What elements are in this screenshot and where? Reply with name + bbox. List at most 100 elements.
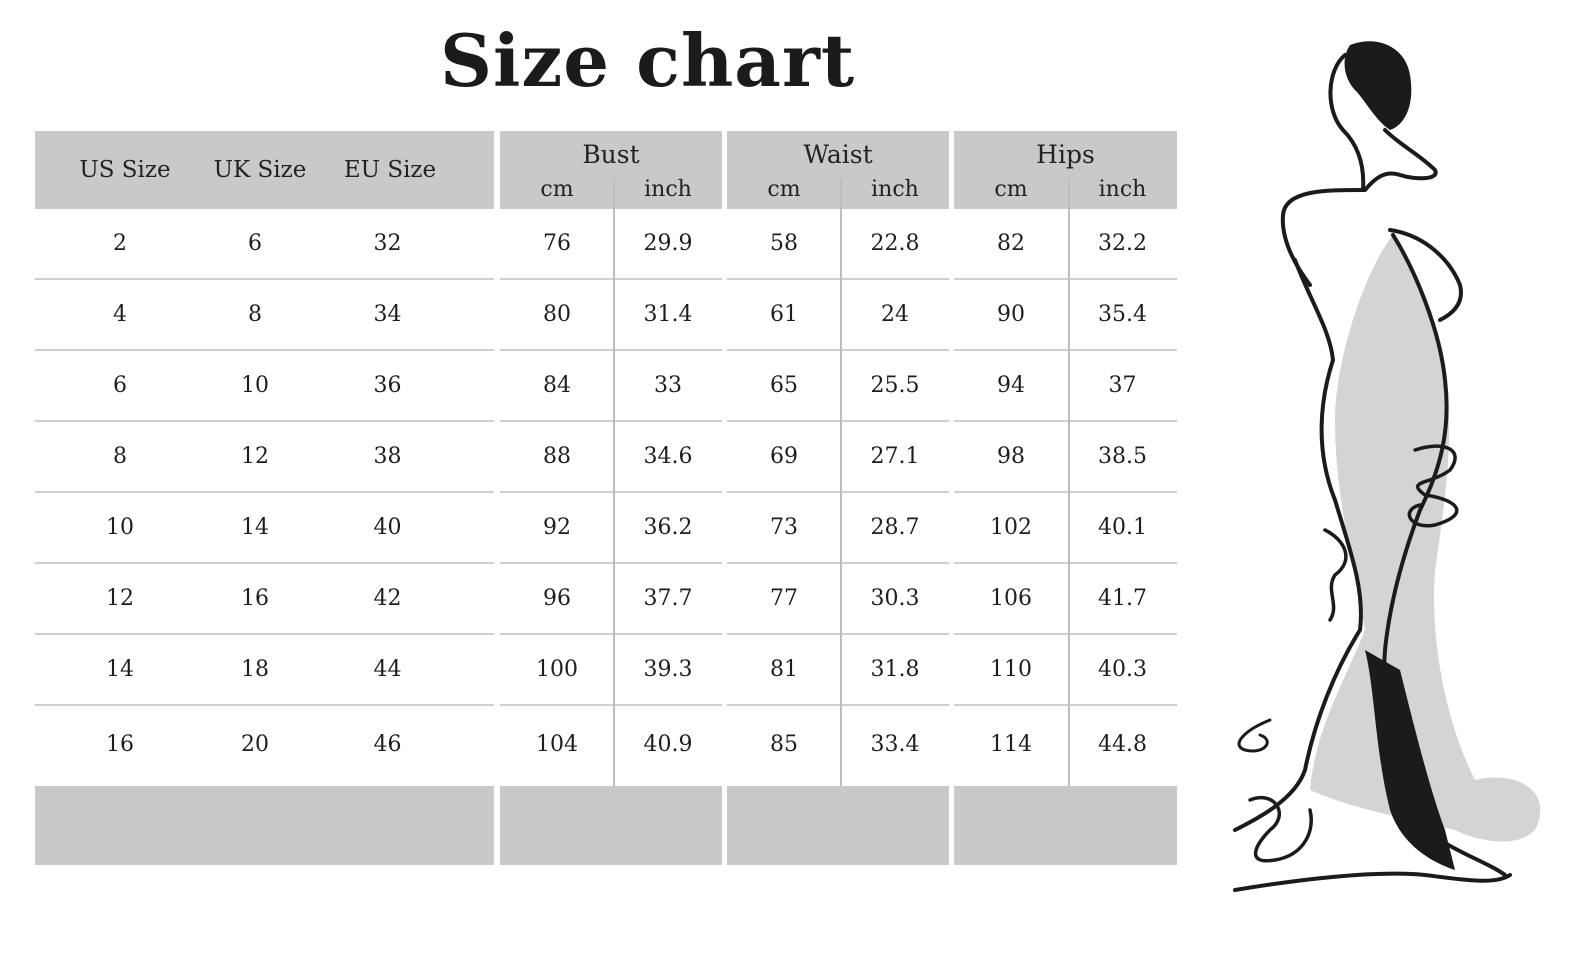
table-cell: 92	[543, 515, 571, 540]
table-cell: 32.2	[1098, 231, 1147, 256]
table-row: 65 25.5	[727, 351, 949, 422]
hips-label: Hips	[1036, 139, 1095, 169]
table-cell: 14	[106, 657, 134, 682]
bust-cm-label: cm	[540, 176, 574, 202]
table-cell: 90	[997, 302, 1025, 327]
waist-rows: 58 22.8 61 24 65 25.5 69 27.1 73 28.7 77 30.3 81 31.8…	[727, 209, 949, 783]
size-header: US Size UK Size EU Size	[35, 131, 494, 209]
column-divider	[840, 179, 842, 786]
table-cell: 40	[373, 515, 402, 540]
hips-inch-label: inch	[1098, 176, 1147, 202]
table-cell: 44.8	[1098, 732, 1147, 757]
bust-label: Bust	[582, 139, 640, 169]
size-rows: 2 6 32 4 8 34 6 10 36 8 12 38 10 14 40 12 16 42 14 18 44 16 20…	[35, 209, 494, 783]
dress-figure-icon	[1233, 41, 1541, 892]
table-cell: 102	[990, 515, 1032, 540]
table-row: 69 27.1	[727, 422, 949, 493]
page-title: Size chart	[440, 18, 856, 103]
table-cell: 77	[770, 586, 798, 611]
table-cell: 6	[248, 231, 262, 256]
table-row: 77 30.3	[727, 564, 949, 635]
table-row: 102 40.1	[954, 493, 1177, 564]
eu-size-header: EU Size	[343, 157, 437, 183]
table-cell: 8	[248, 302, 262, 327]
table-row: 100 39.3	[500, 635, 722, 706]
table-cell: 37	[1108, 373, 1137, 398]
table-cell: 36.2	[643, 515, 693, 540]
uk-size-header: UK Size	[213, 157, 307, 183]
table-row: 98 38.5	[954, 422, 1177, 493]
hips-header: Hips cm inch	[954, 131, 1177, 209]
us-size-header: US Size	[79, 157, 171, 183]
size-footer	[35, 786, 494, 865]
table-cell: 29.9	[643, 231, 693, 256]
table-cell: 38	[373, 444, 402, 469]
table-row: 76 29.9	[500, 209, 722, 280]
table-cell: 31.8	[870, 657, 920, 682]
table-cell: 4	[113, 302, 127, 327]
waist-table: Waist cm inch 58 22.8 61 24 65 25.5 69 27.1 73 28…	[727, 131, 949, 865]
table-cell: 12	[241, 444, 269, 469]
waist-header: Waist cm inch	[727, 131, 949, 209]
table-cell: 114	[990, 732, 1032, 757]
table-cell: 32	[373, 231, 402, 256]
table-row: 96 37.7	[500, 564, 722, 635]
table-cell: 30.3	[870, 586, 920, 611]
table-cell: 96	[543, 586, 571, 611]
table-cell: 14	[241, 515, 269, 540]
table-row: 8 12 38	[35, 422, 494, 493]
table-cell: 44	[373, 657, 402, 682]
table-row: 10 14 40	[35, 493, 494, 564]
table-cell: 8	[113, 444, 127, 469]
table-cell: 85	[770, 732, 798, 757]
column-divider	[1068, 179, 1070, 786]
table-cell: 34	[373, 302, 402, 327]
table-cell: 40.9	[643, 732, 693, 757]
table-cell: 39.3	[643, 657, 693, 682]
table-cell: 81	[770, 657, 798, 682]
table-cell: 65	[770, 373, 798, 398]
table-cell: 16	[241, 586, 269, 611]
table-row: 104 40.9	[500, 706, 722, 783]
table-cell: 16	[106, 732, 134, 757]
table-cell: 31.4	[643, 302, 693, 327]
table-row: 88 34.6	[500, 422, 722, 493]
table-cell: 110	[990, 657, 1032, 682]
table-row: 81 31.8	[727, 635, 949, 706]
bust-header: Bust cm inch	[500, 131, 722, 209]
table-cell: 10	[241, 373, 269, 398]
table-row: 114 44.8	[954, 706, 1177, 783]
table-cell: 6	[113, 373, 127, 398]
size-table: US Size UK Size EU Size 2 6 32 4 8 34 6 10 36 8 12…	[35, 131, 494, 865]
table-cell: 10	[106, 515, 134, 540]
table-cell: 73	[770, 515, 798, 540]
table-cell: 58	[770, 231, 798, 256]
table-row: 82 32.2	[954, 209, 1177, 280]
waist-footer	[727, 786, 949, 865]
table-cell: 98	[997, 444, 1025, 469]
waist-cm-label: cm	[767, 176, 801, 202]
table-row: 12 16 42	[35, 564, 494, 635]
table-cell: 35.4	[1098, 302, 1147, 327]
table-cell: 41.7	[1098, 586, 1147, 611]
table-row: 110 40.3	[954, 635, 1177, 706]
table-row: 4 8 34	[35, 280, 494, 351]
table-cell: 76	[543, 231, 571, 256]
table-cell: 84	[543, 373, 571, 398]
bust-table: Bust cm inch 76 29.9 80 31.4 84 33 88 34.6 92 36.…	[500, 131, 722, 865]
table-cell: 37.7	[643, 586, 693, 611]
table-row: 92 36.2	[500, 493, 722, 564]
table-cell: 34.6	[643, 444, 693, 469]
table-cell: 33.4	[870, 732, 920, 757]
hips-rows: 82 32.2 90 35.4 94 37 98 38.5 102 40.1 106 41.7 110 4…	[954, 209, 1177, 783]
table-cell: 100	[536, 657, 578, 682]
table-row: 106 41.7	[954, 564, 1177, 635]
table-row: 85 33.4	[727, 706, 949, 783]
hips-cm-label: cm	[994, 176, 1028, 202]
waist-label: Waist	[803, 139, 873, 169]
bust-footer	[500, 786, 722, 865]
table-row: 61 24	[727, 280, 949, 351]
table-cell: 28.7	[870, 515, 920, 540]
table-cell: 22.8	[870, 231, 920, 256]
table-cell: 88	[543, 444, 571, 469]
